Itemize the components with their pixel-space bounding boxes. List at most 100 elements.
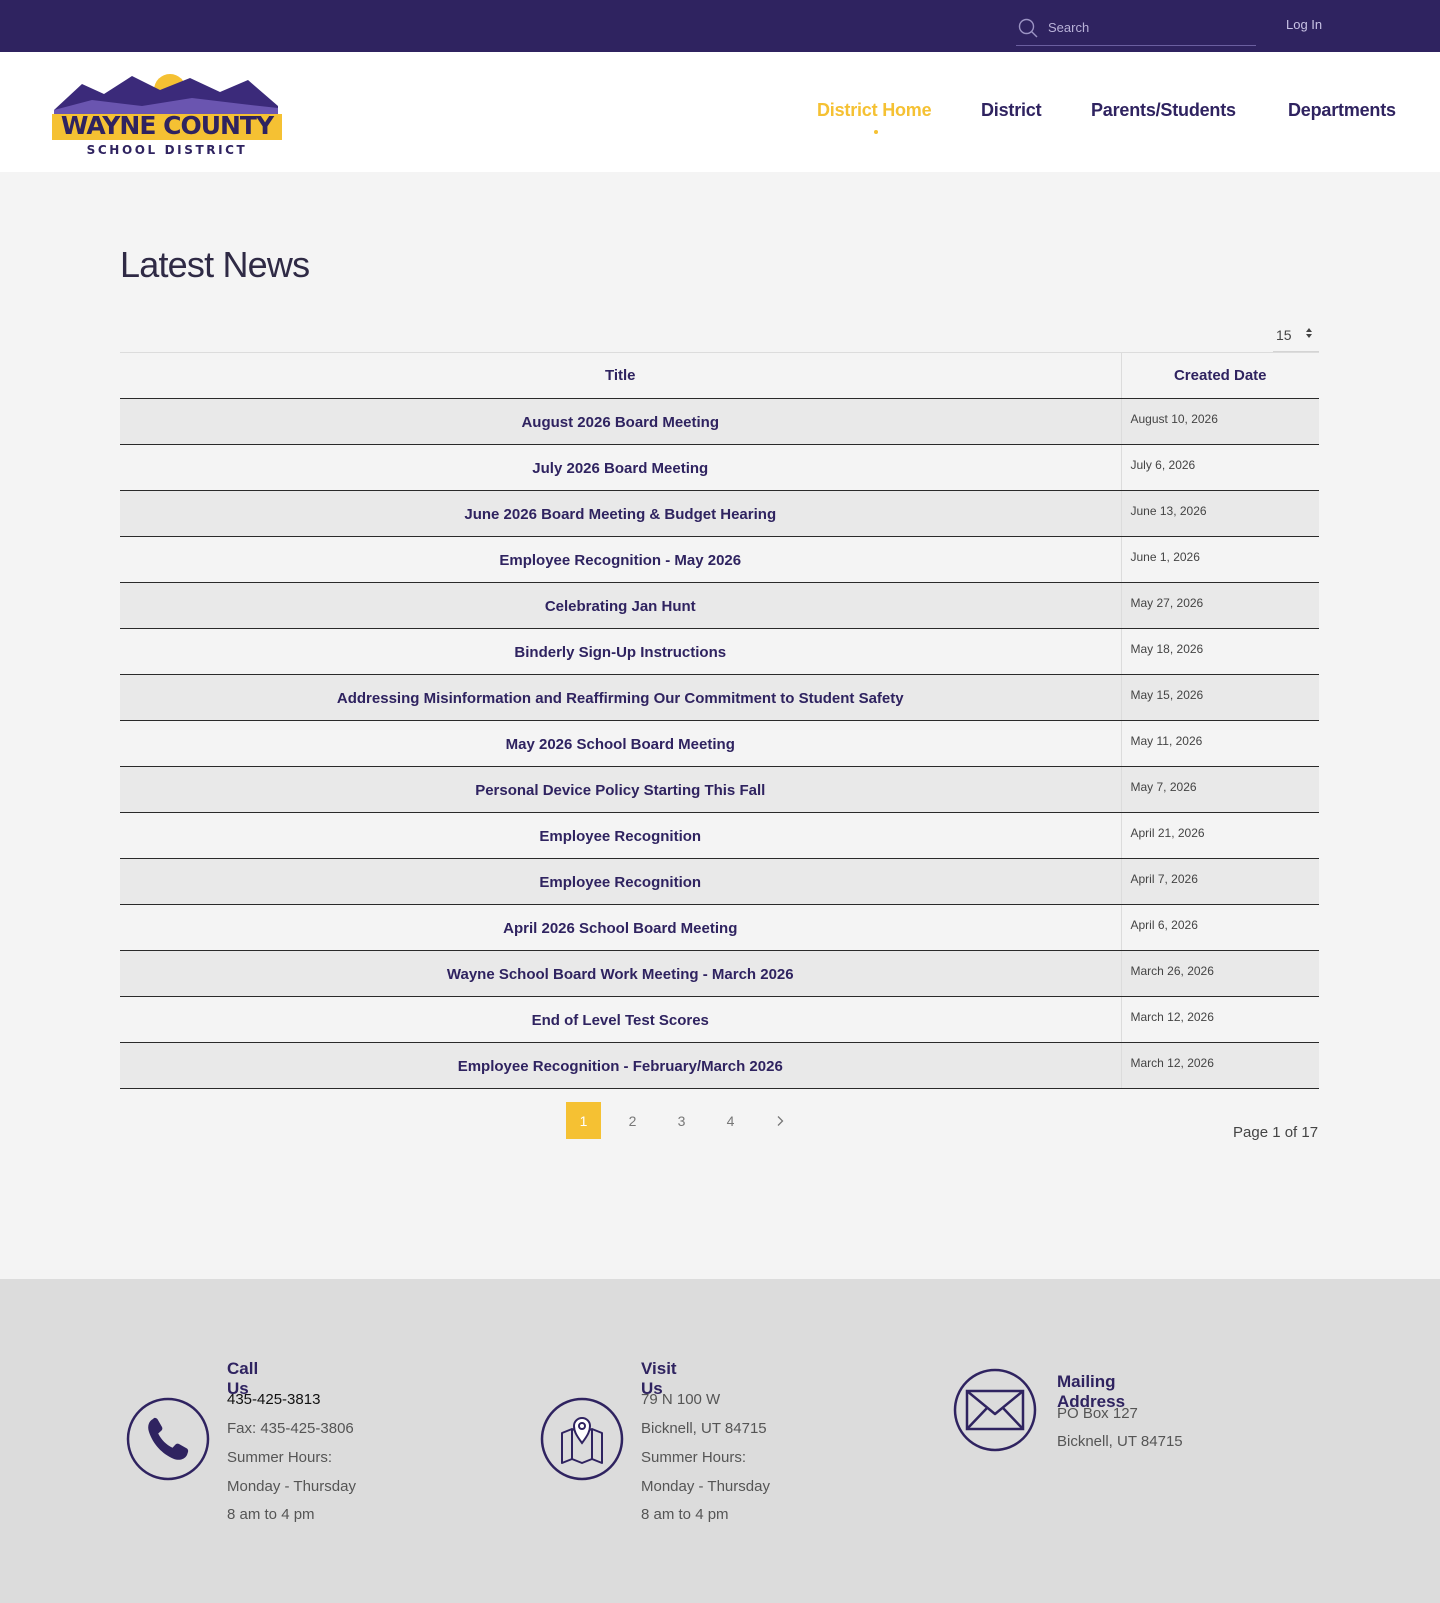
news-title-link[interactable]: Celebrating Jan Hunt	[545, 598, 696, 615]
table-row: Employee Recognition - February/March 20…	[120, 1042, 1319, 1089]
news-title-cell: Binderly Sign-Up Instructions	[120, 628, 1122, 675]
news-title-link[interactable]: May 2026 School Board Meeting	[506, 736, 735, 753]
news-title-cell: Employee Recognition	[120, 858, 1122, 905]
news-table: Title Created Date August 2026 Board Mee…	[120, 352, 1319, 1089]
phone-icon	[126, 1397, 210, 1481]
visit-city: Bicknell, UT 84715	[641, 1420, 767, 1437]
news-title-cell: Personal Device Policy Starting This Fal…	[120, 766, 1122, 813]
news-title-cell: May 2026 School Board Meeting	[120, 720, 1122, 767]
news-title-link[interactable]: Addressing Misinformation and Reaffirmin…	[337, 690, 904, 707]
items-per-page-value: 15	[1276, 326, 1292, 343]
map-pin-icon	[540, 1397, 624, 1481]
items-per-page-select[interactable]: 15	[1273, 318, 1319, 352]
news-date-cell: May 7, 2026	[1121, 766, 1319, 813]
table-row: Employee Recognition April 21, 2026	[120, 812, 1319, 859]
news-date-cell: May 11, 2026	[1121, 720, 1319, 767]
news-date-cell: June 1, 2026	[1121, 536, 1319, 583]
site-header: WAYNE COUNTY SCHOOL DISTRICT District Ho…	[0, 52, 1440, 172]
news-date-cell: March 12, 2026	[1121, 1042, 1319, 1089]
nav-item-district[interactable]: District	[981, 100, 1042, 121]
page-button-4[interactable]: 4	[713, 1102, 748, 1139]
news-title-link[interactable]: Binderly Sign-Up Instructions	[514, 644, 726, 661]
fax-number: Fax: 435-425-3806	[227, 1420, 354, 1437]
visit-hours-label: Summer Hours:	[641, 1449, 747, 1466]
call-hours-time: 8 am to 4 pm	[227, 1506, 315, 1523]
login-link[interactable]: Log In	[1286, 17, 1322, 32]
news-title-cell: Wayne School Board Work Meeting - March …	[120, 950, 1122, 997]
news-title-link[interactable]: Employee Recognition - May 2026	[499, 552, 741, 569]
news-date-cell: May 27, 2026	[1121, 582, 1319, 629]
site-footer: Call Us 435-425-3813 Fax: 435-425-3806 S…	[0, 1279, 1440, 1603]
column-header-title[interactable]: Title	[120, 352, 1122, 399]
news-title-cell: August 2026 Board Meeting	[120, 398, 1122, 445]
news-title-link[interactable]: July 2026 Board Meeting	[532, 460, 708, 477]
table-row: July 2026 Board Meeting July 6, 2026	[120, 444, 1319, 491]
phone-link[interactable]: 435-425-3813	[227, 1391, 320, 1408]
nav-item-district-home[interactable]: District Home	[817, 100, 932, 121]
page-title: Latest News	[120, 244, 310, 285]
news-title-link[interactable]: Employee Recognition - February/March 20…	[458, 1058, 783, 1075]
news-date-cell: May 15, 2026	[1121, 674, 1319, 721]
news-title-cell: Employee Recognition - May 2026	[120, 536, 1122, 583]
table-row: June 2026 Board Meeting & Budget Hearing…	[120, 490, 1319, 537]
visit-street: 79 N 100 W	[641, 1391, 721, 1408]
news-title-link[interactable]: Personal Device Policy Starting This Fal…	[475, 782, 765, 799]
table-row: Employee Recognition - May 2026 June 1, 2…	[120, 536, 1319, 583]
mailing-po-box: PO Box 127	[1057, 1405, 1138, 1422]
news-title-cell: Celebrating Jan Hunt	[120, 582, 1122, 629]
news-date-cell: July 6, 2026	[1121, 444, 1319, 491]
table-row: August 2026 Board Meeting August 10, 2026	[120, 398, 1319, 445]
search-input[interactable]	[1048, 20, 1248, 35]
news-title-link[interactable]: End of Level Test Scores	[532, 1012, 709, 1029]
visit-hours-days: Monday - Thursday	[641, 1478, 770, 1495]
news-title-cell: End of Level Test Scores	[120, 996, 1122, 1043]
news-date-cell: April 6, 2026	[1121, 904, 1319, 951]
nav-item-parents-students[interactable]: Parents/Students	[1091, 100, 1236, 121]
news-date-cell: March 26, 2026	[1121, 950, 1319, 997]
page-status: Page 1 of 17	[1233, 1124, 1319, 1141]
mailing-city: Bicknell, UT 84715	[1057, 1433, 1183, 1450]
table-row: Celebrating Jan Hunt May 27, 2026	[120, 582, 1319, 629]
search-box[interactable]	[1016, 10, 1256, 46]
news-title-link[interactable]: June 2026 Board Meeting & Budget Hearing	[464, 506, 776, 523]
news-date-cell: August 10, 2026	[1121, 398, 1319, 445]
news-date-cell: March 12, 2026	[1121, 996, 1319, 1043]
news-title-link[interactable]: August 2026 Board Meeting	[521, 414, 719, 431]
envelope-icon	[953, 1368, 1037, 1452]
table-row: Personal Device Policy Starting This Fal…	[120, 766, 1319, 813]
active-nav-indicator	[874, 130, 878, 134]
table-row: Addressing Misinformation and Reaffirmin…	[120, 674, 1319, 721]
table-row: April 2026 School Board Meeting April 6, …	[120, 904, 1319, 951]
news-date-cell: April 7, 2026	[1121, 858, 1319, 905]
table-header-row: Title Created Date	[120, 352, 1319, 399]
table-row: Wayne School Board Work Meeting - March …	[120, 950, 1319, 997]
main-nav: District Home District Parents/Students …	[0, 52, 1440, 172]
top-utility-bar: Log In	[0, 0, 1440, 52]
news-table-body: August 2026 Board Meeting August 10, 2026…	[120, 398, 1319, 1089]
news-title-cell: Employee Recognition - February/March 20…	[120, 1042, 1122, 1089]
page-button-2[interactable]: 2	[615, 1102, 650, 1139]
news-title-link[interactable]: Employee Recognition	[539, 828, 701, 845]
news-title-cell: Employee Recognition	[120, 812, 1122, 859]
chevron-right-icon	[777, 1115, 783, 1126]
news-title-link[interactable]: April 2026 School Board Meeting	[503, 920, 737, 937]
news-title-cell: April 2026 School Board Meeting	[120, 904, 1122, 951]
table-row: End of Level Test Scores March 12, 2026	[120, 996, 1319, 1043]
news-title-cell: Addressing Misinformation and Reaffirmin…	[120, 674, 1122, 721]
news-title-link[interactable]: Employee Recognition	[539, 874, 701, 891]
pagination: 1 2 3 4	[566, 1102, 797, 1139]
news-date-cell: May 18, 2026	[1121, 628, 1319, 675]
page-button-1[interactable]: 1	[566, 1102, 601, 1139]
news-title-link[interactable]: Wayne School Board Work Meeting - March …	[447, 966, 794, 983]
call-hours-label: Summer Hours:	[227, 1449, 333, 1466]
nav-item-departments[interactable]: Departments	[1288, 100, 1396, 121]
call-hours-days: Monday - Thursday	[227, 1478, 356, 1495]
search-icon[interactable]	[1017, 17, 1039, 39]
news-date-cell: April 21, 2026	[1121, 812, 1319, 859]
next-page-button[interactable]	[762, 1102, 797, 1139]
news-title-cell: July 2026 Board Meeting	[120, 444, 1122, 491]
page-button-3[interactable]: 3	[664, 1102, 699, 1139]
table-row: Binderly Sign-Up Instructions May 18, 202…	[120, 628, 1319, 675]
column-header-created-date[interactable]: Created Date	[1121, 352, 1319, 399]
table-row: Employee Recognition April 7, 2026	[120, 858, 1319, 905]
